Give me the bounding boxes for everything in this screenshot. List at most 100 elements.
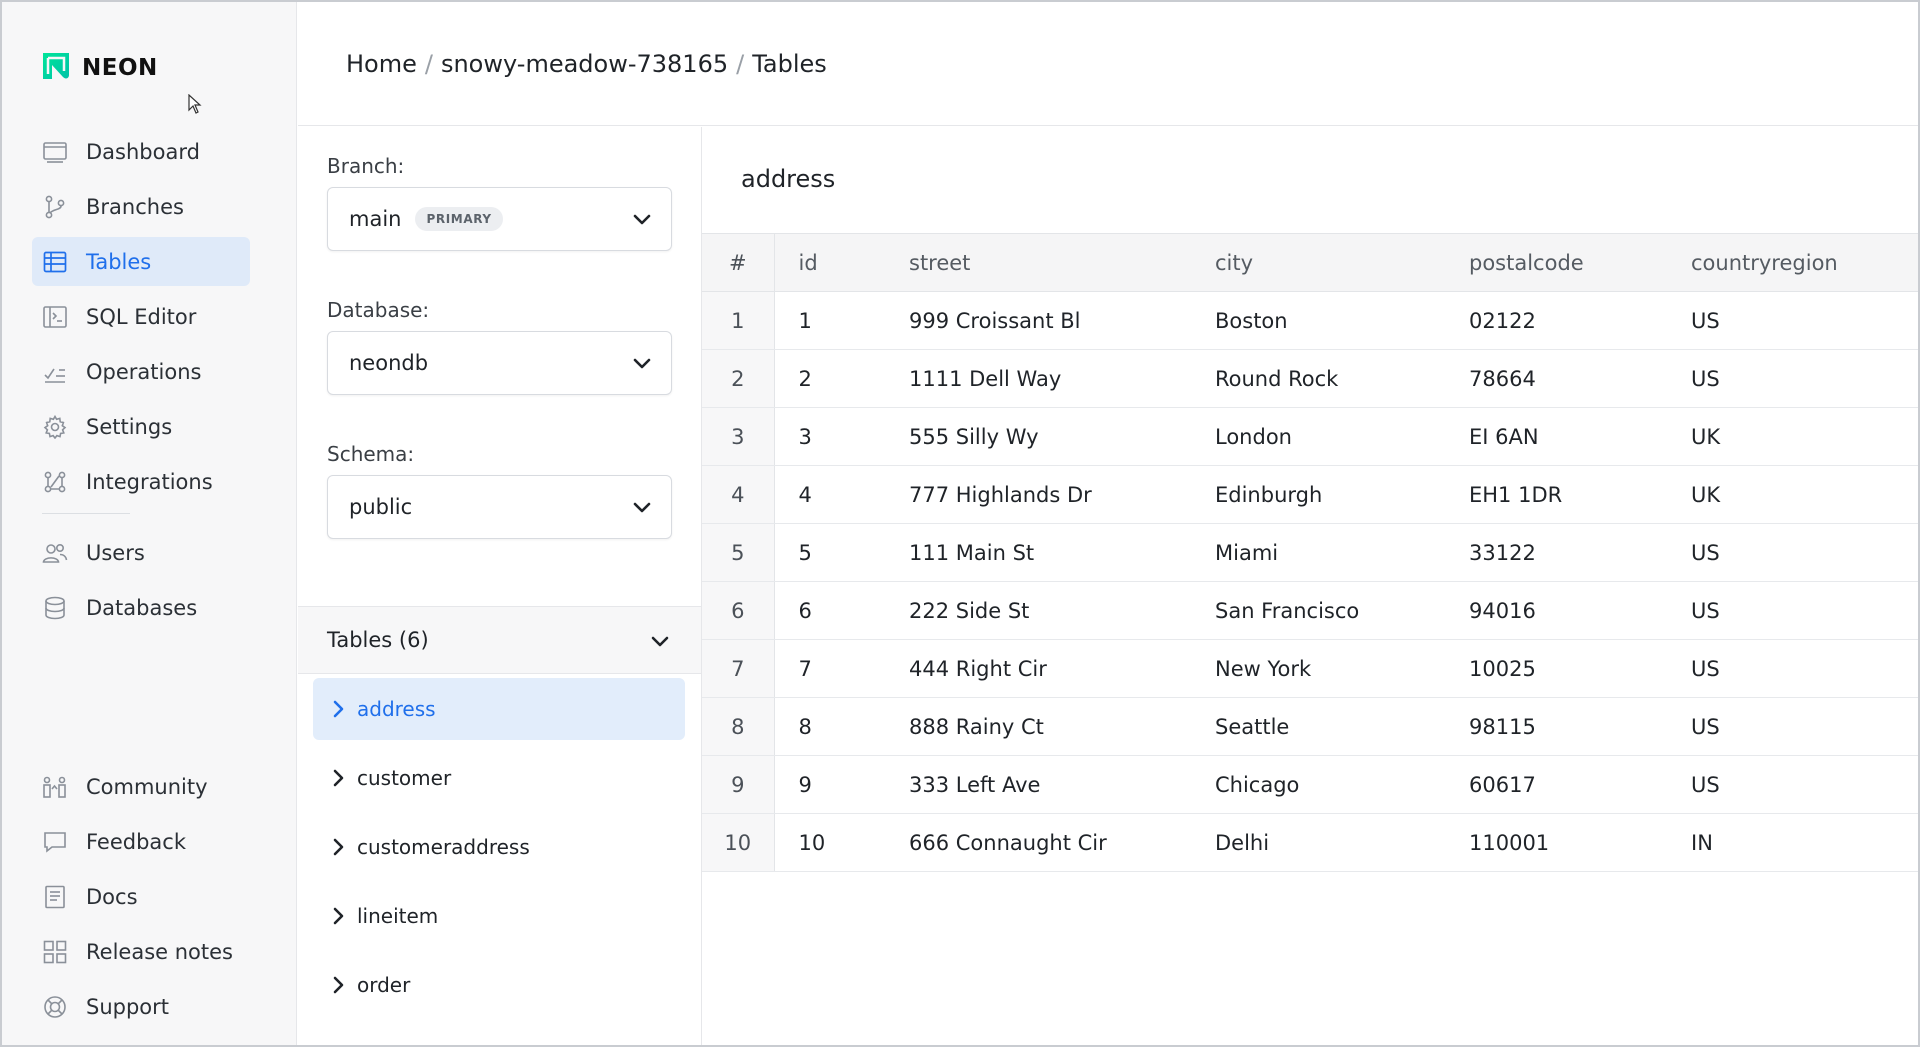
sidebar-item-sql-editor[interactable]: SQL Editor xyxy=(32,292,250,341)
sidebar-item-support[interactable]: Support xyxy=(32,982,250,1031)
cell-id[interactable]: 1 xyxy=(774,291,909,350)
cell-city[interactable]: London xyxy=(1215,407,1469,466)
table-list-item-customer[interactable]: customer xyxy=(313,747,685,809)
cell-street[interactable]: 1111 Dell Way xyxy=(909,349,1215,408)
cell-id[interactable]: 6 xyxy=(774,581,909,640)
cell-street[interactable]: 222 Side St xyxy=(909,581,1215,640)
table-row[interactable]: 8 8 888 Rainy Ct Seattle 98115 US xyxy=(702,697,1918,756)
cell-countryregion[interactable]: US xyxy=(1691,697,1918,756)
sidebar-item-community[interactable]: Community xyxy=(32,762,250,811)
sidebar-item-feedback[interactable]: Feedback xyxy=(32,817,250,866)
sidebar-item-users[interactable]: Users xyxy=(32,528,250,577)
cell-city[interactable]: Miami xyxy=(1215,523,1469,582)
cell-postalcode[interactable]: 94016 xyxy=(1469,581,1691,640)
table-list-item-lineitem[interactable]: lineitem xyxy=(313,885,685,947)
cell-postalcode[interactable]: 78664 xyxy=(1469,349,1691,408)
table-row[interactable]: 9 9 333 Left Ave Chicago 60617 US xyxy=(702,755,1918,814)
cell-city[interactable]: San Francisco xyxy=(1215,581,1469,640)
column-header-postalcode[interactable]: postalcode xyxy=(1469,233,1691,292)
column-header-street[interactable]: street xyxy=(909,233,1215,292)
cell-postalcode[interactable]: 110001 xyxy=(1469,813,1691,872)
cell-street[interactable]: 111 Main St xyxy=(909,523,1215,582)
cell-postalcode[interactable]: EI 6AN xyxy=(1469,407,1691,466)
table-row[interactable]: 6 6 222 Side St San Francisco 94016 US xyxy=(702,581,1918,640)
cell-city[interactable]: Edinburgh xyxy=(1215,465,1469,524)
sidebar-item-tables[interactable]: Tables xyxy=(32,237,250,286)
table-list-item-order[interactable]: order xyxy=(313,954,685,1016)
neon-logo[interactable]: NEON xyxy=(40,50,158,86)
cell-id[interactable]: 5 xyxy=(774,523,909,582)
table-list-item-address[interactable]: address xyxy=(313,678,685,740)
schema-select[interactable]: public xyxy=(327,475,672,539)
cell-street[interactable]: 888 Rainy Ct xyxy=(909,697,1215,756)
cell-countryregion[interactable]: UK xyxy=(1691,407,1918,466)
cell-countryregion[interactable]: US xyxy=(1691,291,1918,350)
cell-street[interactable]: 444 Right Cir xyxy=(909,639,1215,698)
table-list-item-customeraddress[interactable]: customeraddress xyxy=(313,816,685,878)
table-data-view: address # id street city postalcode coun… xyxy=(702,127,1918,1045)
column-header-city[interactable]: city xyxy=(1215,233,1469,292)
cell-postalcode[interactable]: 10025 xyxy=(1469,639,1691,698)
sidebar-item-integrations[interactable]: Integrations xyxy=(32,457,250,506)
chevron-right-icon xyxy=(331,975,345,995)
sidebar-item-branches[interactable]: Branches xyxy=(32,182,250,231)
cell-street[interactable]: 666 Connaught Cir xyxy=(909,813,1215,872)
chevron-right-icon xyxy=(331,906,345,926)
cell-id[interactable]: 7 xyxy=(774,639,909,698)
sidebar-item-release-notes[interactable]: Release notes xyxy=(32,927,250,976)
cell-countryregion[interactable]: US xyxy=(1691,755,1918,814)
cell-city[interactable]: Delhi xyxy=(1215,813,1469,872)
cell-countryregion[interactable]: US xyxy=(1691,639,1918,698)
column-header-id[interactable]: id xyxy=(774,233,909,292)
sidebar-item-docs[interactable]: Docs xyxy=(32,872,250,921)
database-value: neondb xyxy=(349,351,429,375)
cell-street[interactable]: 555 Silly Wy xyxy=(909,407,1215,466)
cell-id[interactable]: 3 xyxy=(774,407,909,466)
row-number: 10 xyxy=(702,813,775,872)
cell-postalcode[interactable]: 98115 xyxy=(1469,697,1691,756)
table-row[interactable]: 2 2 1111 Dell Way Round Rock 78664 US xyxy=(702,349,1918,408)
cell-countryregion[interactable]: US xyxy=(1691,523,1918,582)
branch-select[interactable]: main PRIMARY xyxy=(327,187,672,251)
cell-id[interactable]: 10 xyxy=(774,813,909,872)
cell-city[interactable]: Boston xyxy=(1215,291,1469,350)
cell-postalcode[interactable]: 33122 xyxy=(1469,523,1691,582)
breadcrumb-home[interactable]: Home xyxy=(346,50,417,78)
cell-city[interactable]: Seattle xyxy=(1215,697,1469,756)
cell-id[interactable]: 8 xyxy=(774,697,909,756)
cell-id[interactable]: 4 xyxy=(774,465,909,524)
cell-street[interactable]: 999 Croissant Bl xyxy=(909,291,1215,350)
column-header-countryregion[interactable]: countryregion xyxy=(1691,233,1918,292)
row-number: 4 xyxy=(702,465,775,524)
cell-city[interactable]: Chicago xyxy=(1215,755,1469,814)
database-select[interactable]: neondb xyxy=(327,331,672,395)
sidebar-item-operations[interactable]: Operations xyxy=(32,347,250,396)
cell-countryregion[interactable]: UK xyxy=(1691,465,1918,524)
cell-city[interactable]: New York xyxy=(1215,639,1469,698)
sidebar-divider xyxy=(42,513,130,514)
tables-section-title: Tables (6) xyxy=(327,628,429,652)
primary-badge: PRIMARY xyxy=(415,207,503,231)
table-row[interactable]: 5 5 111 Main St Miami 33122 US xyxy=(702,523,1918,582)
cell-postalcode[interactable]: EH1 1DR xyxy=(1469,465,1691,524)
breadcrumb-project[interactable]: snowy-meadow-738165 xyxy=(441,50,728,78)
sidebar-item-databases[interactable]: Databases xyxy=(32,583,250,632)
cell-countryregion[interactable]: US xyxy=(1691,349,1918,408)
cell-postalcode[interactable]: 02122 xyxy=(1469,291,1691,350)
table-row[interactable]: 4 4 777 Highlands Dr Edinburgh EH1 1DR U… xyxy=(702,465,1918,524)
table-row[interactable]: 1 1 999 Croissant Bl Boston 02122 US xyxy=(702,291,1918,350)
table-row[interactable]: 3 3 555 Silly Wy London EI 6AN UK xyxy=(702,407,1918,466)
cell-street[interactable]: 333 Left Ave xyxy=(909,755,1215,814)
table-row[interactable]: 7 7 444 Right Cir New York 10025 US xyxy=(702,639,1918,698)
tables-section-toggle[interactable]: Tables (6) xyxy=(298,606,701,674)
sidebar-item-dashboard[interactable]: Dashboard xyxy=(32,127,250,176)
table-row[interactable]: 10 10 666 Connaught Cir Delhi 110001 IN xyxy=(702,813,1918,872)
cell-street[interactable]: 777 Highlands Dr xyxy=(909,465,1215,524)
sidebar-item-settings[interactable]: Settings xyxy=(32,402,250,451)
cell-postalcode[interactable]: 60617 xyxy=(1469,755,1691,814)
cell-id[interactable]: 9 xyxy=(774,755,909,814)
cell-id[interactable]: 2 xyxy=(774,349,909,408)
cell-city[interactable]: Round Rock xyxy=(1215,349,1469,408)
cell-countryregion[interactable]: US xyxy=(1691,581,1918,640)
cell-countryregion[interactable]: IN xyxy=(1691,813,1918,872)
